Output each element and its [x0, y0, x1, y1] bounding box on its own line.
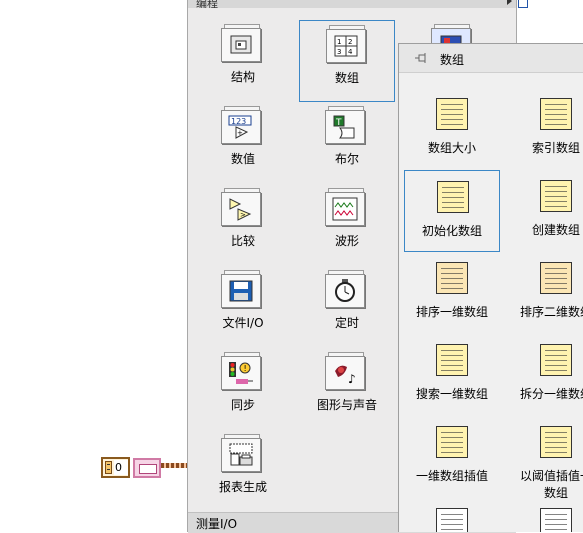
- palette-header-label: 编程: [196, 0, 218, 8]
- sort-1d-array-icon: [436, 262, 468, 294]
- initialize-array-icon: [437, 181, 469, 213]
- palette-item-synchronization[interactable]: ! 同步: [195, 348, 291, 430]
- palette-item-waveform[interactable]: 波形: [299, 184, 395, 266]
- array-node[interactable]: [133, 458, 161, 478]
- palette-item-label: 文件I/O: [222, 316, 264, 330]
- chevron-right-icon[interactable]: [507, 0, 512, 5]
- sort-2d-array-icon: [540, 262, 572, 294]
- palette-item-label: 结构: [230, 70, 255, 84]
- comparison-icon: >: [221, 188, 261, 226]
- palette-item-boolean[interactable]: T 布尔: [299, 102, 395, 184]
- report-generation-icon: [221, 434, 261, 472]
- palette-item-label: 比较: [230, 234, 255, 248]
- palette-item-array[interactable]: 1234 数组: [299, 20, 395, 102]
- palette-item-structures[interactable]: 结构: [195, 20, 291, 102]
- subpalette-title: 数组: [440, 53, 465, 67]
- waveform-icon: [325, 188, 365, 226]
- interpolate-1d-array-icon: [436, 426, 468, 458]
- synchronization-icon: !: [221, 352, 261, 390]
- graphics-sound-icon: ♪: [325, 352, 365, 390]
- svg-text:T: T: [335, 118, 342, 128]
- pin-icon[interactable]: [415, 53, 428, 63]
- wire[interactable]: [161, 463, 187, 468]
- subpalette-item-sort-2d-array[interactable]: 排序二维数组: [508, 252, 583, 334]
- palette-item-label: 波形: [334, 234, 359, 248]
- palette-category-label: 测量I/O: [196, 517, 238, 531]
- svg-text:>: >: [240, 211, 246, 219]
- timing-icon: [325, 270, 365, 308]
- palette-item-numeric[interactable]: 123 + 数值: [195, 102, 291, 184]
- svg-text:123: 123: [231, 117, 246, 126]
- structures-icon: [221, 24, 261, 62]
- svg-text:3: 3: [337, 48, 341, 56]
- subpalette-item-threshold-1d-array[interactable]: 以阈值插值一 数组: [508, 416, 583, 500]
- threshold-1d-array-icon: [540, 426, 572, 458]
- palette-item-label: 图形与声音: [316, 398, 377, 412]
- palette-item-label: 报表生成: [218, 480, 267, 494]
- subpalette-item-label: 搜索一维数组: [415, 387, 488, 401]
- index-array-icon: [540, 98, 572, 130]
- numeric-icon: 123 +: [221, 106, 261, 144]
- palette-item-report-generation[interactable]: 报表生成: [195, 430, 291, 512]
- subpalette-item-label: 拆分一维数组: [519, 387, 583, 401]
- palette-item-label: 定时: [334, 316, 359, 330]
- subpalette-item-label: 排序二维数组: [519, 305, 583, 319]
- subpalette-item-label: 一维数组插值: [415, 469, 488, 483]
- svg-text:♪: ♪: [348, 372, 356, 385]
- build-array-icon: [540, 180, 572, 212]
- subpalette-item-label: 排序一维数组: [415, 305, 488, 319]
- palette-item-graphics-sound[interactable]: ♪ 图形与声音: [299, 348, 395, 430]
- search-1d-array-icon: [436, 344, 468, 376]
- subpalette-item-initialize-array[interactable]: 初始化数组: [404, 170, 500, 252]
- palette-header[interactable]: 编程: [188, 0, 516, 8]
- increment-decrement-icon[interactable]: [105, 461, 112, 474]
- svg-text:1: 1: [337, 38, 341, 46]
- subpalette-item-label: 以阈值插值一 数组: [519, 469, 583, 500]
- array-size-icon: [436, 98, 468, 130]
- palette-item-comparison[interactable]: > 比较: [195, 184, 291, 266]
- svg-text:!: !: [244, 364, 247, 373]
- array-subpalette: 数组 数组大小 索引数组 初始化数组 创建数组 排序一维数组 排序二维数组 搜索…: [398, 43, 583, 532]
- svg-text:2: 2: [348, 38, 352, 46]
- subpalette-item-interpolate-1d-array[interactable]: 一维数组插值: [404, 416, 500, 498]
- subpalette-item-next[interactable]: [404, 498, 500, 532]
- palette-item-label: 数组: [334, 71, 359, 85]
- subpalette-item-array-size[interactable]: 数组大小: [404, 88, 500, 170]
- numeric-constant[interactable]: 0: [101, 457, 130, 478]
- subpalette-item-sort-1d-array[interactable]: 排序一维数组: [404, 252, 500, 334]
- palette-item-file-io[interactable]: 文件I/O: [195, 266, 291, 348]
- array-icon: 1234: [326, 25, 366, 63]
- split-1d-array-icon: [540, 344, 572, 376]
- subpalette-item-search-1d-array[interactable]: 搜索一维数组: [404, 334, 500, 416]
- subpalette-item-label: 数组大小: [427, 141, 476, 155]
- subpalette-item-split-1d-array[interactable]: 拆分一维数组: [508, 334, 583, 416]
- subpalette-item-label: 初始化数组: [421, 224, 482, 238]
- palette-item-label: 数值: [230, 152, 255, 166]
- subpalette-header[interactable]: 数组: [399, 44, 583, 73]
- array-subset-icon: [540, 508, 572, 532]
- palette-item-label: 同步: [230, 398, 255, 412]
- file-io-icon: [221, 270, 261, 308]
- subpalette-item-build-array[interactable]: 创建数组: [508, 170, 583, 252]
- array-node-icon: [139, 464, 157, 474]
- palette-item-timing[interactable]: 定时: [299, 266, 395, 348]
- svg-text:4: 4: [348, 48, 353, 56]
- subpalette-item-index-array[interactable]: 索引数组: [508, 88, 583, 170]
- subpalette-item-next-2[interactable]: [508, 498, 583, 532]
- window-fragment: [516, 0, 583, 10]
- array-constant-icon: [436, 508, 468, 532]
- block-diagram-canvas[interactable]: 0: [0, 0, 187, 532]
- palette-item-label: 布尔: [334, 152, 359, 166]
- subpalette-item-label: 创建数组: [531, 223, 580, 237]
- boolean-icon: T: [325, 106, 365, 144]
- numeric-constant-value[interactable]: 0: [114, 460, 128, 475]
- subpalette-item-label: 索引数组: [531, 141, 580, 155]
- svg-text:+: +: [237, 129, 243, 137]
